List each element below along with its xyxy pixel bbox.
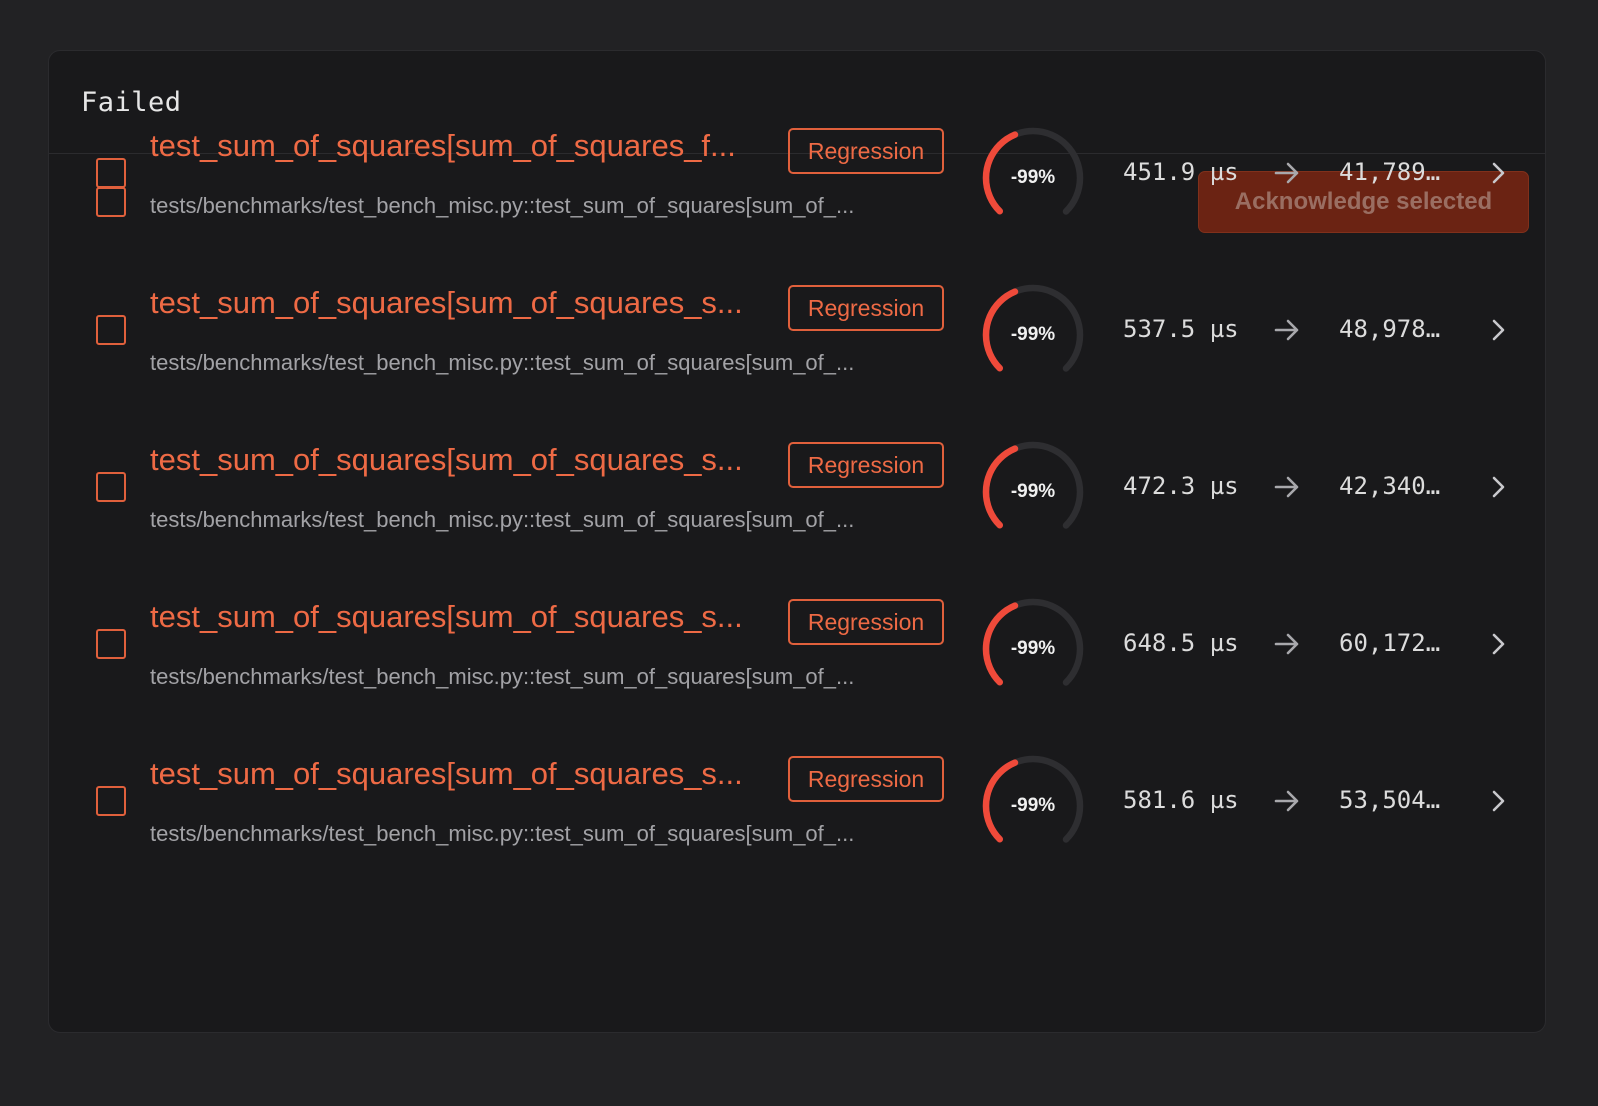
chevron-right-icon[interactable]: [1487, 631, 1509, 657]
baseline-value: 581.6 µs: [1123, 786, 1239, 814]
benchmark-name[interactable]: test_sum_of_squares[sum_of_squares_s...: [150, 599, 770, 635]
row-checkbox[interactable]: [96, 786, 126, 816]
change-gauge: -99%: [981, 283, 1085, 387]
change-percent: -99%: [1010, 324, 1056, 345]
regression-badge: Regression: [788, 756, 944, 802]
change-gauge: -99%: [981, 126, 1085, 230]
chevron-right-icon[interactable]: [1487, 160, 1509, 186]
current-value: 41,789....: [1339, 158, 1454, 186]
change-percent: -99%: [1010, 481, 1056, 502]
benchmark-row[interactable]: test_sum_of_squares[sum_of_squares_s... …: [49, 570, 1545, 727]
arrow-right-icon: [1274, 790, 1299, 812]
row-checkbox[interactable]: [96, 315, 126, 345]
arrow-right-icon: [1274, 476, 1299, 498]
baseline-value: 648.5 µs: [1123, 629, 1239, 657]
change-percent: -99%: [1010, 167, 1056, 188]
regression-badge: Regression: [788, 128, 944, 174]
benchmark-row[interactable]: test_sum_of_squares[sum_of_squares_s... …: [49, 413, 1545, 570]
change-gauge: -99%: [981, 754, 1085, 858]
arrow-right-icon: [1274, 162, 1299, 184]
regression-badge: Regression: [788, 285, 944, 331]
benchmark-path: tests/benchmarks/test_bench_misc.py::tes…: [150, 664, 855, 689]
benchmark-row[interactable]: test_sum_of_squares[sum_of_squares_s... …: [49, 256, 1545, 413]
benchmark-name[interactable]: test_sum_of_squares[sum_of_squares_s...: [150, 285, 770, 321]
chevron-right-icon[interactable]: [1487, 788, 1509, 814]
row-checkbox[interactable]: [96, 472, 126, 502]
current-value: 48,978....: [1339, 315, 1454, 343]
regression-badge: Regression: [788, 599, 944, 645]
change-gauge: -99%: [981, 597, 1085, 701]
regression-badge: Regression: [788, 442, 944, 488]
change-percent: -99%: [1010, 638, 1056, 659]
benchmark-path: tests/benchmarks/test_bench_misc.py::tes…: [150, 507, 855, 532]
arrow-right-icon: [1274, 633, 1299, 655]
benchmark-name[interactable]: test_sum_of_squares[sum_of_squares_f...: [150, 128, 770, 164]
benchmark-path: tests/benchmarks/test_bench_misc.py::tes…: [150, 821, 855, 846]
benchmark-path: tests/benchmarks/test_bench_misc.py::tes…: [150, 193, 855, 218]
benchmark-row[interactable]: test_sum_of_squares[sum_of_squares_s... …: [49, 727, 1545, 884]
baseline-value: 451.9 µs: [1123, 158, 1239, 186]
chevron-right-icon[interactable]: [1487, 317, 1509, 343]
change-percent: -99%: [1010, 795, 1056, 816]
current-value: 53,504....: [1339, 786, 1454, 814]
benchmark-name[interactable]: test_sum_of_squares[sum_of_squares_s...: [150, 756, 770, 792]
baseline-value: 537.5 µs: [1123, 315, 1239, 343]
baseline-value: 472.3 µs: [1123, 472, 1239, 500]
current-value: 60,172....: [1339, 629, 1454, 657]
benchmark-row[interactable]: test_sum_of_squares[sum_of_squares_f... …: [49, 99, 1545, 256]
benchmark-path: tests/benchmarks/test_bench_misc.py::tes…: [150, 350, 855, 375]
chevron-right-icon[interactable]: [1487, 474, 1509, 500]
failed-panel: Failed Acknowledge selected test_sum_of_…: [48, 50, 1546, 1033]
arrow-right-icon: [1274, 319, 1299, 341]
change-gauge: -99%: [981, 440, 1085, 544]
benchmark-name[interactable]: test_sum_of_squares[sum_of_squares_s...: [150, 442, 770, 478]
row-checkbox[interactable]: [96, 629, 126, 659]
current-value: 42,340....: [1339, 472, 1454, 500]
row-checkbox[interactable]: [96, 158, 126, 188]
